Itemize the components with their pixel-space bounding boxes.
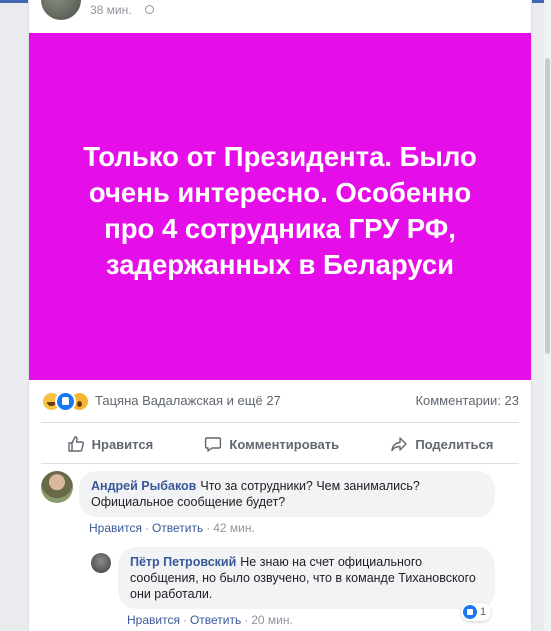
- post-card: 38 мин. Только от Президента. Было очень…: [28, 0, 532, 631]
- like-icon: [463, 605, 477, 619]
- commenter-avatar[interactable]: [41, 471, 73, 503]
- post-header: 38 мин.: [29, 0, 531, 30]
- divider: [41, 422, 519, 423]
- comment-time[interactable]: 20 мин.: [251, 613, 293, 627]
- share-button[interactable]: Поделиться: [390, 435, 493, 453]
- comment-like-count: 1: [480, 606, 487, 618]
- post-banner: Только от Президента. Было очень интерес…: [29, 33, 531, 380]
- comment-like-badge[interactable]: 1: [461, 603, 492, 621]
- comment-bubble: Пётр Петровский Не знаю на счет официальн…: [118, 547, 495, 609]
- comment-like-link[interactable]: Нравится: [127, 613, 180, 627]
- scrollbar[interactable]: [544, 0, 551, 631]
- comments-count[interactable]: Комментарии: 23: [415, 393, 519, 408]
- author-avatar[interactable]: [41, 0, 81, 20]
- like-icon[interactable]: [55, 391, 76, 412]
- comment: Андрей Рыбаков Что за сотрудники? Чем зан…: [41, 471, 495, 517]
- comment-meta: Нравится · Ответить · 42 мин.: [89, 521, 255, 535]
- globe-icon: [145, 5, 154, 14]
- comment-bubble: Андрей Рыбаков Что за сотрудники? Чем зан…: [79, 471, 495, 517]
- comment-author[interactable]: Андрей Рыбаков: [91, 479, 196, 493]
- comment-reply-link[interactable]: Ответить: [190, 613, 241, 627]
- reactions-row: Тацяна Вадалажская и ещё 27 Комментарии:…: [41, 388, 519, 414]
- comment-meta: Нравится · Ответить · 20 мин.: [127, 613, 293, 627]
- share-label: Поделиться: [415, 436, 494, 452]
- comment-time[interactable]: 42 мин.: [213, 521, 255, 535]
- thumbs-up-icon: [67, 436, 84, 452]
- reactions-summary[interactable]: Тацяна Вадалажская и ещё 27: [95, 393, 281, 408]
- comment-button[interactable]: Комментировать: [204, 435, 339, 453]
- commenter-avatar[interactable]: [91, 553, 111, 573]
- banner-text: Только от Президента. Было очень интерес…: [83, 140, 477, 280]
- like-button[interactable]: Нравится: [67, 435, 154, 453]
- comment-reply-link[interactable]: Ответить: [152, 521, 203, 535]
- comment-like-link[interactable]: Нравится: [89, 521, 142, 535]
- post-actions: Нравится Комментировать Поделиться: [41, 427, 519, 461]
- scrollbar-thumb[interactable]: [545, 58, 550, 354]
- reply-comment: Пётр Петровский Не знаю на счет официальн…: [91, 547, 495, 609]
- comment-icon: [205, 437, 222, 452]
- comment-author[interactable]: Пётр Петровский: [130, 555, 236, 569]
- comment-label: Комментировать: [229, 436, 340, 452]
- post-time[interactable]: 38 мин.: [90, 3, 132, 17]
- divider: [41, 463, 519, 464]
- share-icon: [391, 437, 408, 452]
- like-label: Нравится: [91, 436, 154, 452]
